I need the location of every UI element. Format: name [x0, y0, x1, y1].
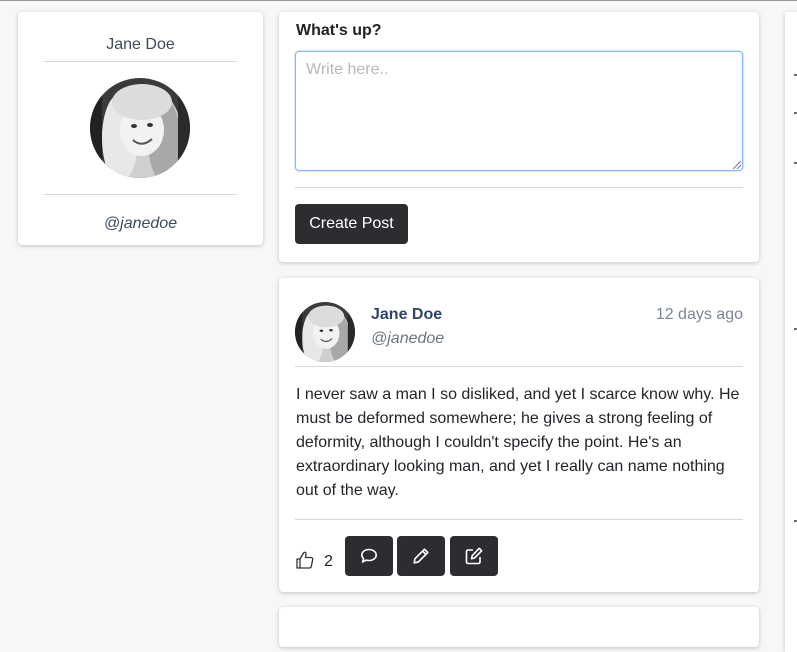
thumbs-up-icon[interactable]	[295, 550, 315, 570]
divider	[44, 61, 237, 62]
divider	[295, 519, 743, 520]
pencil-icon	[413, 548, 429, 564]
post-card: Jane Doe @janedoe 12 days ago I never sa…	[279, 278, 759, 592]
profile-avatar	[90, 78, 190, 178]
post-timestamp: 12 days ago	[655, 306, 743, 323]
post-author-name[interactable]: Jane Doe	[371, 306, 442, 324]
speech-bubble-icon	[361, 548, 377, 563]
profile-name: Jane Doe	[106, 36, 175, 53]
like-count: 2	[324, 553, 333, 570]
create-post-button[interactable]: Create Post	[295, 204, 408, 244]
comment-button[interactable]	[345, 536, 393, 576]
post-author-avatar[interactable]	[295, 302, 355, 362]
post-textarea[interactable]	[295, 51, 743, 171]
post-author-handle: @janedoe	[371, 330, 445, 347]
window-top-border	[0, 0, 797, 1]
profile-card: Jane Doe @janedoe	[18, 12, 263, 245]
compose-card: What's up? Create Post	[279, 12, 759, 262]
edit-button[interactable]	[397, 536, 445, 576]
right-column-card	[785, 12, 797, 652]
profile-handle: @janedoe	[103, 215, 178, 232]
compose-label: What's up?	[296, 22, 382, 39]
resize-grip-icon[interactable]	[731, 159, 741, 169]
write-button[interactable]	[450, 536, 498, 576]
next-post-card	[279, 607, 759, 647]
divider	[295, 366, 743, 367]
pencil-square-icon	[465, 547, 483, 565]
divider	[295, 187, 743, 188]
post-body: I never saw a man I so disliked, and yet…	[296, 386, 740, 499]
divider	[44, 194, 237, 195]
